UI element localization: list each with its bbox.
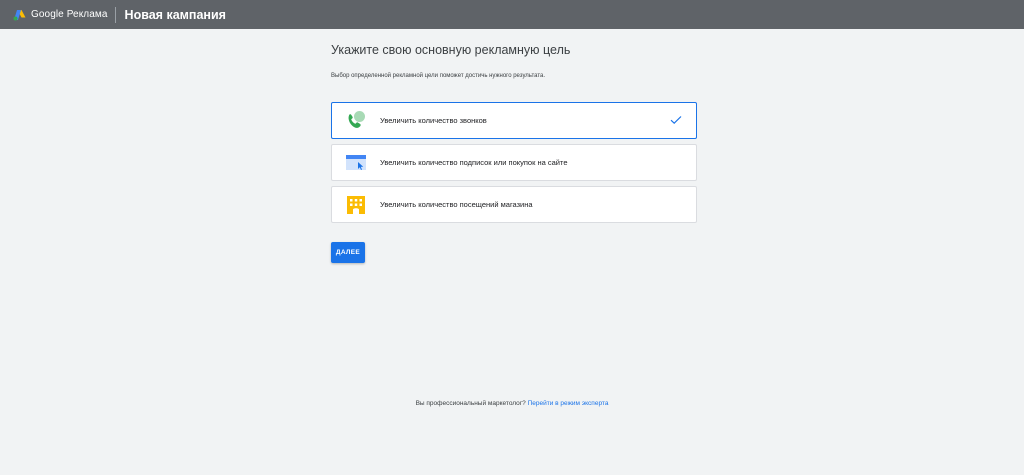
goal-option-store-visits[interactable]: Увеличить количество посещений магазина — [331, 186, 697, 223]
goal-option-label: Увеличить количество звонков — [380, 116, 487, 125]
logo-text: Google Реклама — [31, 9, 108, 20]
google-ads-logo[interactable]: Google Реклама — [13, 9, 108, 21]
goal-option-label: Увеличить количество посещений магазина — [380, 200, 533, 209]
footer: Вы профессиональный маркетолог? Перейти … — [0, 400, 1024, 407]
goal-option-calls[interactable]: Увеличить количество звонков — [331, 102, 697, 139]
page-title: Новая кампания — [124, 7, 226, 22]
checkmark-icon — [670, 116, 682, 125]
next-button[interactable]: ДАЛЕЕ — [331, 242, 365, 263]
top-bar: Google Реклама Новая кампания — [0, 0, 1024, 29]
store-icon — [345, 194, 367, 216]
goal-option-website[interactable]: Увеличить количество подписок или покупо… — [331, 144, 697, 181]
website-click-icon — [345, 152, 367, 174]
goal-selection-section: Укажите свою основную рекламную цель Выб… — [331, 42, 697, 228]
goal-options-list: Увеличить количество звонков Увеличить к… — [331, 102, 697, 223]
header-divider — [114, 6, 116, 23]
footer-text: Вы профессиональный маркетолог? — [415, 400, 526, 407]
google-ads-logo-icon — [13, 9, 26, 20]
goal-option-label: Увеличить количество подписок или покупо… — [380, 158, 568, 167]
expert-mode-link[interactable]: Перейти в режим эксперта — [528, 400, 609, 407]
goal-description: Выбор определенной рекламной цели поможе… — [331, 73, 546, 79]
phone-call-icon — [345, 110, 367, 132]
goal-heading: Укажите свою основную рекламную цель — [331, 43, 571, 57]
